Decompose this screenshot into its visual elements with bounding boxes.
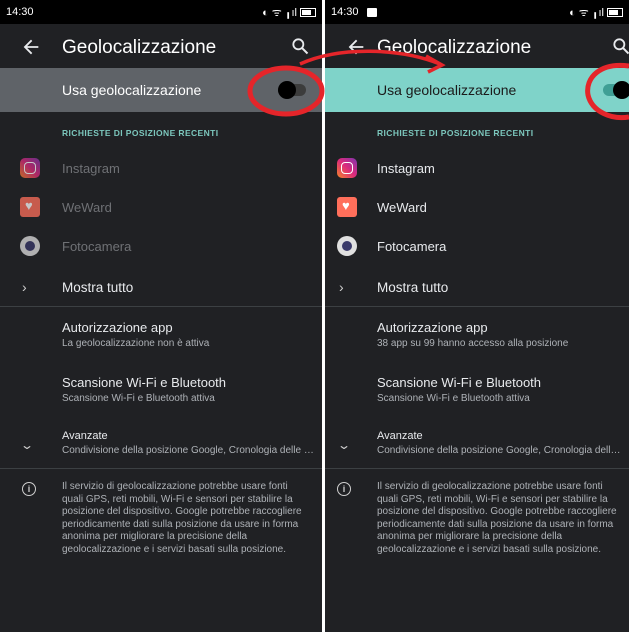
- setting-subtitle: Scansione Wi-Fi e Bluetooth attiva: [62, 393, 215, 404]
- camera-icon: [337, 236, 357, 256]
- chevron-right-icon: ›: [22, 279, 27, 295]
- page-title: Geolocalizzazione: [62, 37, 217, 58]
- recent-app-item[interactable]: Fotocamera: [325, 226, 629, 266]
- camera-icon: [20, 236, 40, 256]
- use-location-label: Usa geolocalizzazione: [62, 82, 202, 98]
- setting-subtitle: Scansione Wi-Fi e Bluetooth attiva: [377, 393, 530, 404]
- app-permissions-item[interactable]: Autorizzazione app 38 app su 99 hanno ac…: [377, 320, 621, 349]
- location-info-text: Il servizio di geolocalizzazione potrebb…: [377, 481, 617, 555]
- use-location-switch[interactable]: [278, 81, 306, 99]
- setting-title: Autorizzazione app: [377, 320, 488, 335]
- setting-subtitle: La geolocalizzazione non è attiva: [62, 338, 210, 349]
- weward-icon: [20, 197, 40, 217]
- status-icons-glyphs: ◐ ᯤ ╻ıl: [262, 6, 297, 19]
- recent-app-item[interactable]: Instagram: [325, 148, 629, 188]
- wifi-bluetooth-scanning-item[interactable]: Scansione Wi-Fi e Bluetooth Scansione Wi…: [62, 375, 314, 404]
- show-all-row[interactable]: › Mostra tutto: [0, 272, 322, 304]
- divider: [0, 468, 322, 469]
- status-time: 14:30: [331, 6, 359, 18]
- chevron-down-icon[interactable]: ⌄: [20, 438, 34, 452]
- advanced-item[interactable]: Avanzate Condivisione della posizione Go…: [377, 430, 621, 456]
- wifi-bluetooth-scanning-item[interactable]: Scansione Wi-Fi e Bluetooth Scansione Wi…: [377, 375, 621, 404]
- setting-title: Scansione Wi-Fi e Bluetooth: [377, 375, 542, 390]
- back-arrow-icon[interactable]: [345, 36, 367, 58]
- app-permissions-item[interactable]: Autorizzazione app La geolocalizzazione …: [62, 320, 314, 349]
- show-all-row[interactable]: › Mostra tutto: [325, 272, 629, 304]
- right-screen: 14:30 ◐ ᯤ ╻ıl Geolocalizzazione Usa geol…: [325, 0, 629, 632]
- chevron-down-icon[interactable]: ⌄: [337, 438, 351, 452]
- use-location-switch[interactable]: [603, 81, 629, 99]
- status-time: 14:30: [6, 6, 34, 18]
- battery-icon: [607, 7, 623, 17]
- recent-app-label: WeWard: [377, 199, 427, 215]
- instagram-icon: [20, 158, 40, 178]
- setting-title: Avanzate: [62, 430, 108, 442]
- use-location-label: Usa geolocalizzazione: [377, 82, 517, 98]
- info-icon: i: [22, 482, 36, 496]
- recent-app-item[interactable]: Instagram: [0, 148, 322, 188]
- use-location-row[interactable]: Usa geolocalizzazione: [325, 68, 629, 112]
- system-icons: ◐ ᯤ ╻ıl: [569, 5, 623, 20]
- recent-app-label: Instagram: [377, 160, 435, 176]
- setting-subtitle: 38 app su 99 hanno accesso alla posizion…: [377, 338, 569, 349]
- recent-requests-header: RICHIESTE DI POSIZIONE RECENTI: [62, 128, 219, 138]
- recent-app-label: WeWard: [62, 199, 112, 215]
- show-all-label: Mostra tutto: [62, 280, 134, 295]
- location-info-text: Il servizio di geolocalizzazione potrebb…: [62, 481, 302, 555]
- recent-app-item[interactable]: Fotocamera: [0, 226, 322, 266]
- show-all-label: Mostra tutto: [377, 280, 449, 295]
- status-bar: 14:30 ◐ ᯤ ╻ıl: [0, 0, 322, 24]
- battery-icon: [300, 7, 316, 17]
- divider: [325, 306, 629, 307]
- use-location-row[interactable]: Usa geolocalizzazione: [0, 68, 322, 112]
- setting-title: Autorizzazione app: [62, 320, 173, 335]
- recent-requests-header: RICHIESTE DI POSIZIONE RECENTI: [377, 128, 534, 138]
- system-icons: ◐ ᯤ ╻ıl: [262, 5, 316, 20]
- status-bar: 14:30 ◐ ᯤ ╻ıl: [325, 0, 629, 24]
- page-title: Geolocalizzazione: [377, 37, 532, 58]
- divider: [0, 306, 322, 307]
- search-icon[interactable]: [290, 36, 310, 56]
- divider: [325, 468, 629, 469]
- notification-image-icon: [366, 7, 377, 17]
- switch-knob: [278, 81, 296, 99]
- left-screen: 14:30 ◐ ᯤ ╻ıl Geolocalizzazione Usa geol…: [0, 0, 322, 632]
- recent-app-label: Instagram: [62, 160, 120, 176]
- recent-app-label: Fotocamera: [377, 238, 447, 254]
- instagram-icon: [337, 158, 357, 178]
- setting-subtitle: Condivisione della posizione Google, Cro…: [377, 445, 621, 456]
- recent-app-item[interactable]: WeWard: [0, 187, 322, 227]
- setting-title: Avanzate: [377, 430, 423, 442]
- advanced-item[interactable]: Avanzate Condivisione della posizione Go…: [62, 430, 314, 456]
- setting-subtitle: Condivisione della posizione Google, Cro…: [62, 445, 314, 456]
- app-bar: Geolocalizzazione: [325, 24, 629, 72]
- weward-icon: [337, 197, 357, 217]
- chevron-right-icon: ›: [339, 279, 344, 295]
- recent-app-label: Fotocamera: [62, 238, 132, 254]
- search-icon[interactable]: [611, 36, 629, 56]
- setting-title: Scansione Wi-Fi e Bluetooth: [62, 375, 227, 390]
- recent-app-item[interactable]: WeWard: [325, 187, 629, 227]
- back-arrow-icon[interactable]: [20, 36, 42, 58]
- info-icon: i: [337, 482, 351, 496]
- switch-knob: [613, 81, 629, 99]
- app-bar: Geolocalizzazione: [0, 24, 322, 72]
- status-icons-glyphs: ◐ ᯤ ╻ıl: [569, 6, 604, 19]
